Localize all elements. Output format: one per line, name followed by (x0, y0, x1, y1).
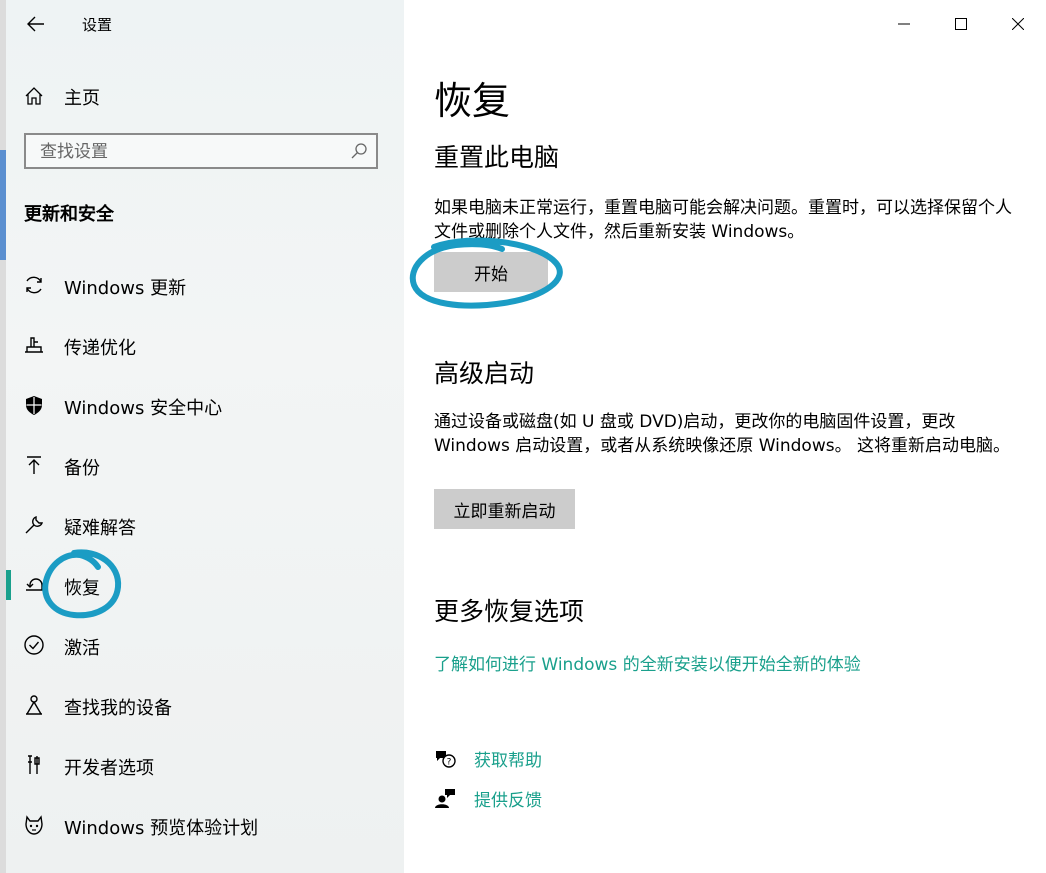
sidebar-item-troubleshoot[interactable]: 疑难解答 (6, 500, 404, 550)
reset-pc-heading: 重置此电脑 (434, 143, 560, 172)
delivery-icon (22, 333, 46, 357)
maximize-icon (954, 18, 967, 30)
section-title: 更新和安全 (24, 204, 114, 225)
back-button[interactable] (20, 8, 52, 40)
maximize-button[interactable] (932, 0, 989, 48)
find-device-icon (22, 693, 46, 717)
search-input[interactable] (38, 140, 342, 164)
restart-now-button[interactable]: 立即重新启动 (434, 489, 575, 529)
sidebar-item-developer-options[interactable]: 开发者选项 (6, 740, 404, 790)
get-help-label: 获取帮助 (474, 751, 542, 771)
search-field[interactable] (24, 133, 378, 169)
close-icon (1011, 18, 1024, 30)
sidebar-item-home[interactable]: 主页 (6, 76, 404, 116)
get-help-link[interactable]: ? 获取帮助 (434, 744, 734, 774)
advanced-startup-description: 通过设备或磁盘(如 U 盘或 DVD)启动，更改你的电脑固件设置，更改 Wind… (434, 412, 1010, 456)
close-button[interactable] (989, 0, 1046, 48)
title-bar-left: 设置 (6, 0, 404, 48)
reset-pc-description: 如果电脑未正常运行，重置电脑可能会解决问题。重置时，可以选择保留个人文件或删除个… (434, 198, 1012, 242)
check-circle-icon (22, 633, 46, 657)
sidebar-item-label: 主页 (64, 88, 100, 109)
dev-tools-icon (22, 753, 46, 777)
sidebar-item-windows-security[interactable]: Windows 安全中心 (6, 380, 404, 430)
advanced-startup-heading: 高级启动 (434, 359, 535, 388)
app-title: 设置 (82, 16, 113, 34)
sidebar-item-label: 查找我的设备 (64, 698, 172, 719)
search-icon[interactable] (350, 142, 368, 160)
sidebar-item-delivery-optimization[interactable]: 传递优化 (6, 320, 404, 370)
sidebar-item-recovery[interactable]: 恢复 (6, 560, 404, 610)
sidebar-item-label: 备份 (64, 458, 100, 479)
sidebar-item-label: 疑难解答 (64, 518, 136, 539)
minimize-button[interactable] (875, 0, 932, 48)
sidebar-item-label: Windows 更新 (64, 278, 187, 299)
home-icon (22, 84, 46, 108)
recovery-icon (22, 573, 46, 597)
sidebar-item-label: 激活 (64, 638, 100, 659)
window-controls (875, 0, 1046, 48)
sidebar-item-label: 恢复 (64, 578, 100, 599)
give-feedback-link[interactable]: 提供反馈 (434, 784, 734, 814)
sidebar-item-windows-insider[interactable]: Windows 预览体验计划 (6, 800, 404, 850)
reset-start-button[interactable]: 开始 (434, 252, 548, 292)
minimize-icon (897, 23, 910, 25)
give-feedback-label: 提供反馈 (474, 791, 542, 811)
sidebar: 设置 主页 更新和安全 Windows 更新 (6, 0, 404, 873)
svg-text:?: ? (447, 758, 452, 768)
sidebar-item-activation[interactable]: 激活 (6, 620, 404, 670)
page-title: 恢复 (434, 79, 511, 123)
sidebar-item-windows-update[interactable]: Windows 更新 (6, 260, 404, 310)
feedback-person-icon (435, 789, 455, 808)
shield-icon (22, 393, 46, 417)
sidebar-item-find-my-device[interactable]: 查找我的设备 (6, 680, 404, 730)
active-indicator (6, 570, 11, 600)
clean-install-link[interactable]: 了解如何进行 Windows 的全新安装以便开始全新的体验 (434, 650, 861, 675)
wrench-icon (22, 513, 46, 537)
sidebar-item-label: Windows 预览体验计划 (64, 818, 259, 839)
sidebar-item-label: 传递优化 (64, 338, 136, 359)
back-arrow-icon (27, 16, 44, 32)
sidebar-item-backup[interactable]: 备份 (6, 440, 404, 490)
help-chat-icon: ? (436, 751, 456, 768)
backup-arrow-icon (22, 453, 46, 477)
insider-cat-icon (22, 813, 46, 837)
sidebar-item-label: Windows 安全中心 (64, 398, 223, 419)
more-recovery-heading: 更多恢复选项 (434, 597, 585, 626)
refresh-icon (22, 273, 46, 297)
main-content: 恢复 重置此电脑 如果电脑未正常运行，重置电脑可能会解决问题。重置时，可以选择保… (404, 0, 1046, 873)
sidebar-item-label: 开发者选项 (64, 758, 154, 779)
